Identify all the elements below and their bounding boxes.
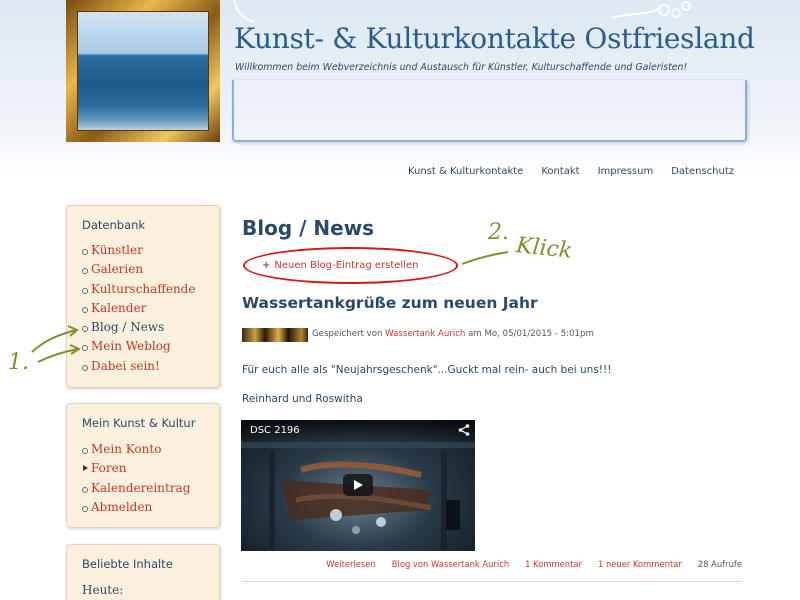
sidebar-item-blog-news[interactable]: Blog / News xyxy=(82,318,204,337)
post-links: Weiterlesen Blog von Wassertank Aurich 1… xyxy=(326,559,742,569)
post-divider xyxy=(242,581,742,582)
top-navigation: Kunst & Kulturkontakte Kontakt Impressum… xyxy=(408,166,734,177)
share-icon[interactable] xyxy=(458,424,470,436)
sidebar-item-galerien[interactable]: Galerien xyxy=(82,260,204,279)
nav-impressum[interactable]: Impressum xyxy=(598,166,654,177)
post-paragraph-2: Reinhard und Roswitha xyxy=(242,393,363,405)
sidebar-item-foren[interactable]: Foren xyxy=(82,459,204,478)
post-meta: Gespeichert von Wassertank Aurich am Mo,… xyxy=(312,329,594,339)
page-title: Blog / News xyxy=(242,216,375,240)
site-title[interactable]: Kunst- & Kulturkontakte Ostfriesland xyxy=(234,22,755,55)
annotation-step-2: 2. xyxy=(488,220,509,245)
nav-kunst-kulturkontakte[interactable]: Kunst & Kulturkontakte xyxy=(408,166,523,177)
nav-datenschutz[interactable]: Datenschutz xyxy=(671,166,734,177)
sidebar-item-mein-konto[interactable]: Mein Konto xyxy=(82,440,204,459)
view-count: 28 Aufrufe xyxy=(697,559,742,569)
meta-prefix: Gespeichert von xyxy=(312,329,383,339)
meta-author-link[interactable]: Wassertank Aurich xyxy=(385,329,465,339)
sidebar-item-kalender[interactable]: Kalender xyxy=(82,299,204,318)
link-kommentar[interactable]: 1 Kommentar xyxy=(525,559,582,569)
meta-date: am Mo, 05/01/2015 - 5:01pm xyxy=(468,329,594,339)
site-slogan: Willkommen beim Webverzeichnis und Austa… xyxy=(235,62,688,73)
sidebar-item-kulturschaffende[interactable]: Kulturschaffende xyxy=(82,280,204,299)
video-title[interactable]: DSC 2196 xyxy=(250,425,300,436)
block-title-mein-kunst-kultur: Mein Kunst & Kultur xyxy=(82,416,196,430)
annotation-step-1: 1. xyxy=(8,350,29,375)
sidebar-block-datenbank: Datenbank Künstler Galerien Kulturschaff… xyxy=(66,205,220,388)
sidebar-block-mein-kunst-kultur: Mein Kunst & Kultur Mein Konto Foren Kal… xyxy=(66,403,220,528)
sidebar-item-kuenstler[interactable]: Künstler xyxy=(82,241,204,260)
header-painting xyxy=(66,0,220,142)
link-neuer-kommentar[interactable]: 1 neuer Kommentar xyxy=(598,559,682,569)
embedded-video[interactable]: DSC 2196 xyxy=(241,420,475,551)
block-title-datenbank: Datenbank xyxy=(82,218,146,232)
sidebar-item-dabei-sein[interactable]: Dabei sein! xyxy=(82,357,204,376)
sidebar-item-abmelden[interactable]: Abmelden xyxy=(82,498,204,517)
annotation-highlight-oval xyxy=(243,247,458,284)
annotation-klick: Klick xyxy=(514,233,574,264)
header-decoration-bubbles xyxy=(612,1,691,19)
post-paragraph-1: Für euch alle als "Neujahrsgeschenk"...G… xyxy=(242,364,612,376)
link-blog-von[interactable]: Blog von Wassertank Aurich xyxy=(392,559,509,569)
play-button[interactable] xyxy=(343,474,373,496)
author-thumbnail[interactable] xyxy=(242,328,308,342)
sidebar-item-kalendereintrag[interactable]: Kalendereintrag xyxy=(82,479,204,498)
beliebt-heute-label: Heute: xyxy=(82,583,124,597)
sidebar-block-beliebte-inhalte: Beliebte Inhalte Heute: xyxy=(66,544,220,600)
link-weiterlesen[interactable]: Weiterlesen xyxy=(326,559,375,569)
header-box xyxy=(232,80,747,142)
nav-kontakt[interactable]: Kontakt xyxy=(541,166,579,177)
block-title-beliebte-inhalte: Beliebte Inhalte xyxy=(82,557,173,571)
post-title[interactable]: Wassertankgrüße zum neuen Jahr xyxy=(242,294,538,312)
sidebar-item-mein-weblog[interactable]: Mein Weblog xyxy=(82,337,204,356)
